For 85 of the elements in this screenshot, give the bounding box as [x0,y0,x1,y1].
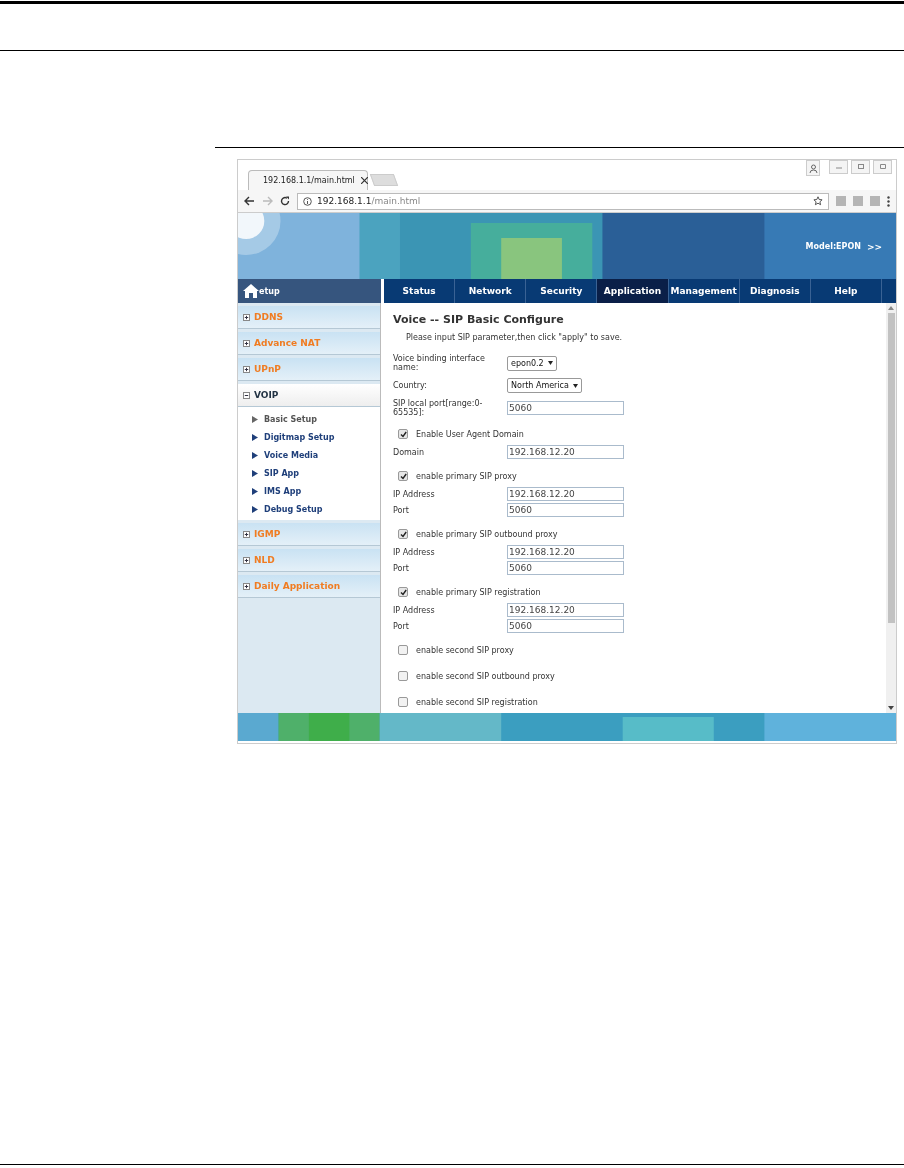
info-icon [303,196,312,206]
checkbox[interactable] [398,429,408,439]
field-label: Voice binding interface name: [393,354,486,372]
caret-icon [547,361,553,365]
menu-icon[interactable] [887,195,890,207]
nav-tab[interactable]: Management [668,279,740,303]
maximize-button[interactable] [851,160,870,174]
submenu-link[interactable]: Voice Media [238,448,380,462]
dropdown[interactable]: epon0.2 [507,355,557,371]
input-field[interactable]: 192.168.12.20 [507,445,624,459]
scroll-up-icon[interactable] [888,306,894,310]
sidebar-title: etup [259,286,280,296]
expand-icon[interactable] [243,365,250,373]
field-label: Port [393,563,410,573]
input-field[interactable]: 5060 [507,401,624,415]
checkbox-label: enable second SIP outbound proxy [416,671,555,681]
triangle-icon [252,415,258,423]
input-field[interactable]: 192.168.12.20 [507,545,624,559]
submenu-link[interactable]: SIP App [238,466,380,480]
close-icon[interactable] [360,177,368,184]
triangle-icon [252,505,258,513]
close-button[interactable] [873,160,892,174]
star-icon[interactable] [813,196,823,206]
checkbox-label: enable primary SIP proxy [416,471,517,481]
checkbox[interactable] [398,671,408,681]
input-field[interactable]: 5060 [507,619,624,633]
expand-icon[interactable] [243,530,250,538]
field-label: IP Address [393,489,436,499]
field-label: IP Address [393,605,436,615]
field-label: IP Address [393,547,436,557]
scrollbar[interactable] [886,303,896,713]
dropdown[interactable]: North America [507,378,582,393]
nav-tab[interactable]: Help [810,279,882,303]
minimize-icon [834,164,843,170]
checkbox-label: enable second SIP registration [416,697,538,707]
triangle-icon [252,451,258,459]
maximize-icon [856,164,865,170]
address-bar[interactable]: 192.168.1.1/main.html [297,192,829,210]
home-icon [243,284,259,298]
checkbox-label: Enable User Agent Domain [416,429,524,439]
input-field[interactable]: 192.168.12.20 [507,603,624,617]
sidebar-item[interactable]: VOIP [238,384,380,407]
field-label: SIP local port[range:0-65535]: [393,399,484,417]
back-icon[interactable] [244,196,255,206]
nav-tab[interactable]: Application [597,279,669,303]
field-label: Country: [393,381,428,390]
checkbox-label: enable primary SIP outbound proxy [416,529,558,539]
checkbox[interactable] [398,645,408,655]
field-label: Port [393,621,410,631]
nav-tab[interactable]: Status [384,279,456,303]
expand-icon[interactable] [243,339,250,347]
checkbox-label: enable primary SIP registration [416,587,541,597]
user-icon[interactable] [806,160,820,176]
field-label: Domain [393,447,426,457]
tab-title: 192.168.1.1/main.html [263,176,355,185]
submenu-link[interactable]: IMS App [238,484,380,498]
checkbox[interactable] [398,471,408,481]
expand-icon[interactable] [243,582,250,590]
expand-icon[interactable] [243,313,250,321]
triangle-icon [252,433,258,441]
triangle-icon [252,487,258,495]
triangle-icon [252,469,258,477]
page-title: Voice -- SIP Basic Configure [393,313,565,326]
checkbox[interactable] [398,529,408,539]
nav-tab[interactable]: Network [455,279,527,303]
input-field[interactable]: 5060 [507,561,624,575]
submenu-link[interactable]: Debug Setup [238,502,380,516]
expand-icon[interactable] [243,556,250,564]
caret-icon [572,383,578,388]
collapse-icon[interactable] [243,391,250,399]
checkbox[interactable] [398,697,408,707]
field-label: Port [393,505,410,515]
scroll-down-icon[interactable] [888,706,894,710]
checkbox-label: enable second SIP proxy [416,645,514,655]
nav-tab[interactable]: Diagnosis [739,279,811,303]
input-field[interactable]: 192.168.12.20 [507,487,624,501]
reload-icon[interactable] [280,196,290,206]
browser-tab[interactable]: 192.168.1.1/main.html [248,170,368,190]
checkbox[interactable] [398,587,408,597]
model-label: Model:EPON [805,242,861,252]
expand-link[interactable]: >> [866,242,882,252]
submenu-link[interactable]: Digitmap Setup [238,430,380,444]
input-field[interactable]: 5060 [507,503,624,517]
submenu-link[interactable]: Basic Setup [238,412,380,426]
instruction-text: Please input SIP parameter,then click "apply" to save. [405,333,624,342]
